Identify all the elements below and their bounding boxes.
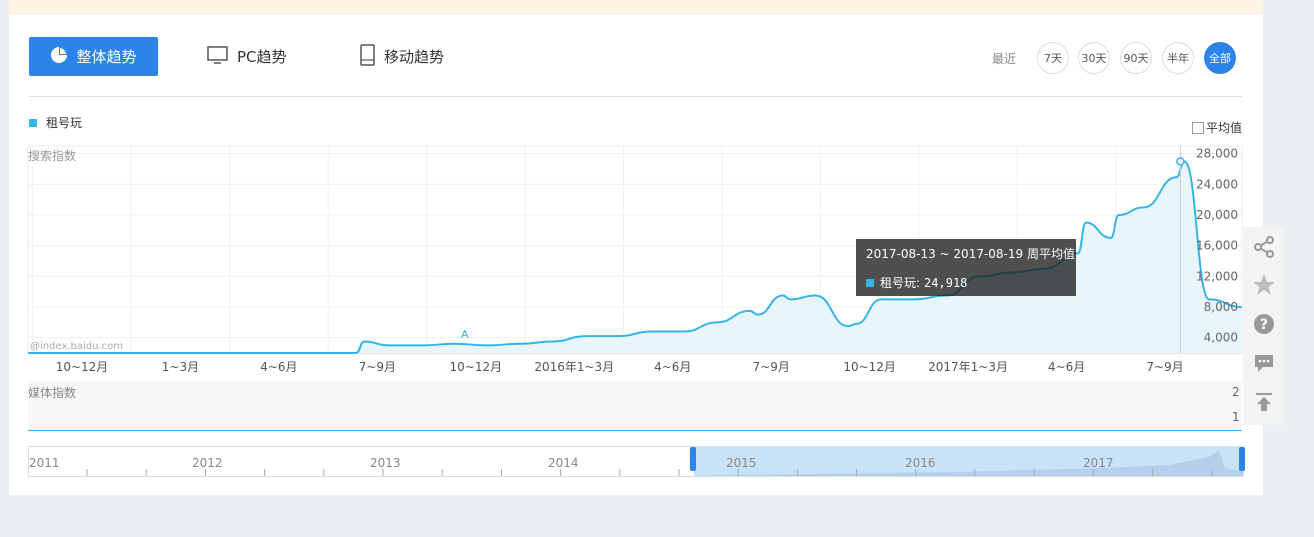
tab-mobile-trend[interactable]: 移动趋势 bbox=[360, 37, 444, 76]
legend-swatch bbox=[29, 118, 37, 127]
tab-overall-trend[interactable]: 整体趋势 bbox=[29, 37, 158, 76]
average-checkbox[interactable] bbox=[1192, 121, 1204, 134]
tab-pc-label: PC趋势 bbox=[237, 48, 287, 66]
timeline-left-handle[interactable] bbox=[690, 447, 696, 471]
range-30d-button[interactable]: 30天 bbox=[1078, 42, 1110, 74]
timeline-slider[interactable]: 2011 2012 2013 2014 2015 2016 2017 bbox=[28, 446, 1245, 477]
tab-overall-label: 整体趋势 bbox=[76, 48, 137, 66]
media-index-panel bbox=[28, 381, 1242, 432]
timeline-year: 2014 bbox=[548, 456, 579, 470]
toolbar-divider bbox=[29, 96, 1242, 97]
timeline-year: 2016 bbox=[905, 456, 936, 470]
pie-chart-icon bbox=[50, 46, 68, 68]
range-7d-button[interactable]: 7天 bbox=[1037, 42, 1069, 74]
comment-icon[interactable] bbox=[1243, 345, 1284, 381]
chart-tooltip: 2017-08-13 ~ 2017-08-19 周平均值 租号玩: 24,918 bbox=[856, 239, 1076, 296]
help-icon[interactable]: ? bbox=[1243, 306, 1284, 342]
tooltip-header: 2017-08-13 ~ 2017-08-19 周平均值 bbox=[866, 247, 1075, 261]
media-tick: 1 bbox=[1232, 410, 1240, 424]
range-half-year-button[interactable]: 半年 bbox=[1162, 42, 1194, 74]
tooltip-value: 24,918 bbox=[924, 275, 968, 290]
svg-text:?: ? bbox=[1259, 317, 1267, 333]
tab-pc-trend[interactable]: PC趋势 bbox=[207, 37, 287, 76]
media-tick: 2 bbox=[1232, 385, 1240, 399]
notice-banner bbox=[9, 0, 1263, 16]
range-90d-button[interactable]: 90天 bbox=[1120, 42, 1152, 74]
timeline-right-handle[interactable] bbox=[1239, 447, 1245, 471]
timeline-year: 2017 bbox=[1083, 456, 1114, 470]
legend-series-label: 租号玩 bbox=[46, 116, 83, 130]
chart-legend[interactable]: 租号玩 bbox=[29, 114, 82, 131]
tab-mobile-label: 移动趋势 bbox=[384, 48, 445, 66]
tooltip-row: 租号玩: 24,918 bbox=[866, 274, 967, 291]
range-all-button[interactable]: 全部 bbox=[1204, 42, 1236, 74]
back-to-top-icon[interactable] bbox=[1243, 384, 1284, 420]
average-toggle[interactable]: 平均值 bbox=[1192, 119, 1242, 136]
timeline-year: 2012 bbox=[192, 456, 223, 470]
timeline-year: 2015 bbox=[726, 456, 757, 470]
range-label: 最近 bbox=[992, 52, 1017, 66]
media-index-title: 媒体指数 bbox=[28, 386, 77, 400]
share-icon[interactable] bbox=[1243, 229, 1284, 265]
mobile-phone-icon bbox=[360, 43, 376, 70]
average-label: 平均值 bbox=[1206, 121, 1243, 135]
monitor-icon bbox=[207, 45, 229, 69]
timeline-year: 2013 bbox=[370, 456, 401, 470]
media-index-line bbox=[28, 430, 1242, 431]
star-icon[interactable] bbox=[1243, 267, 1284, 303]
tooltip-series: 租号玩: bbox=[880, 276, 921, 290]
side-toolbar: ? bbox=[1243, 227, 1284, 425]
timeline-year: 2011 bbox=[29, 456, 60, 470]
tooltip-swatch bbox=[866, 278, 874, 287]
